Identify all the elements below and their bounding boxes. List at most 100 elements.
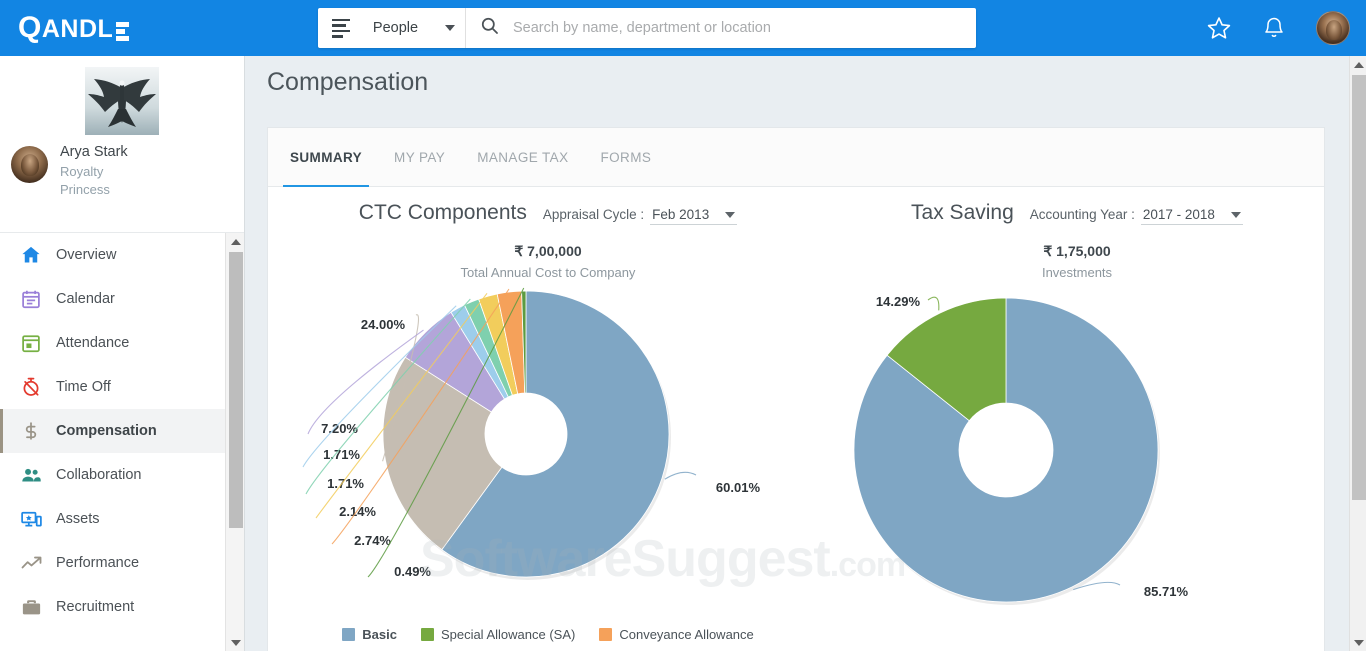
profile-name: Arya Stark [60, 144, 128, 160]
profile-card: Arya Stark Royalty Princess [0, 56, 244, 233]
logo-e-mark [116, 22, 130, 41]
sidebar-item-label: Overview [56, 247, 117, 263]
logo-text-q: Q [18, 11, 42, 44]
monitor-icon [18, 506, 44, 532]
charts-region: CTC Components Appraisal Cycle : Feb 201… [268, 187, 1324, 651]
triangle-down-icon [230, 639, 241, 646]
tab-summary[interactable]: SUMMARY [274, 128, 378, 187]
main-scrollbar[interactable] [1349, 56, 1366, 651]
sidebar-scroll-up-button[interactable] [226, 233, 244, 250]
accounting-year-value: 2017 - 2018 [1142, 207, 1215, 222]
tab-forms[interactable]: FORMS [585, 128, 668, 186]
sidebar-item-label: Calendar [56, 291, 115, 307]
pie-data-label: 1.71% [323, 447, 360, 462]
main-content: Compensation SUMMARY MY PAY MANAGE TAX F… [245, 56, 1349, 651]
sidebar-item-collaboration[interactable]: Collaboration [0, 453, 226, 497]
crow-illustration [85, 67, 159, 135]
sidebar-nav-list: Overview Calendar Attendance Time Off Co… [0, 233, 226, 629]
qandle-logo[interactable]: Q ANDL [18, 11, 130, 44]
sidebar-item-attendance[interactable]: Attendance [0, 321, 226, 365]
star-icon[interactable] [1206, 15, 1232, 41]
tax-donut-chart[interactable]: 85.71% 14.29% [828, 282, 1326, 612]
bell-icon[interactable] [1262, 16, 1286, 40]
main-scrollbar-thumb[interactable] [1352, 75, 1366, 500]
user-avatar[interactable] [1316, 11, 1350, 45]
home-icon [18, 242, 44, 268]
attendance-icon [18, 330, 44, 356]
logo-text-andl: ANDL [41, 15, 114, 43]
sidebar-item-assets[interactable]: Assets [0, 497, 226, 541]
accounting-year-label: Accounting Year : [1029, 207, 1135, 222]
main-scroll-down-button[interactable] [1350, 634, 1366, 651]
profile-role: Royalty [60, 164, 104, 179]
hamburger-menu-icon [332, 18, 350, 38]
sidebar-item-label: Recruitment [56, 599, 135, 615]
dollar-icon [18, 418, 44, 444]
triangle-up-icon [1353, 61, 1364, 68]
tab-label: SUMMARY [290, 149, 363, 165]
sidebar-scrollbar-thumb[interactable] [229, 252, 243, 528]
sidebar-item-label: Attendance [56, 335, 130, 351]
tax-donut-area: 85.71% 14.29% [828, 282, 1326, 612]
sidebar-item-time-off[interactable]: Time Off [0, 365, 226, 409]
calendar-icon [18, 286, 44, 312]
pie-data-label: 60.01% [716, 480, 761, 495]
triangle-up-icon [230, 238, 241, 245]
sidebar-item-calendar[interactable]: Calendar [0, 277, 226, 321]
pie-leader-line [664, 471, 697, 480]
pie-data-label: 24.00% [361, 317, 406, 332]
chevron-down-icon [725, 211, 736, 218]
application-window: Q ANDL People Search by name, department… [0, 0, 1366, 651]
module-selector[interactable]: People [318, 8, 466, 48]
ctc-chart-title: CTC Components [358, 201, 527, 224]
appraisal-cycle-selector[interactable]: Appraisal Cycle : Feb 2013 [543, 207, 738, 225]
ctc-total-caption: Total Annual Cost to Company [460, 265, 636, 280]
legend-item[interactable]: Special Allowance (SA) [420, 627, 575, 642]
legend-label: Basic [362, 627, 397, 642]
sidebar-item-compensation[interactable]: Compensation [0, 409, 226, 453]
ctc-chart-header: CTC Components Appraisal Cycle : Feb 201… [268, 187, 828, 225]
sidebar: Arya Stark Royalty Princess Overview Cal… [0, 56, 245, 651]
ctc-donut-chart[interactable]: 60.01%24.00%7.20%1.71%1.71%2.14%2.74%0.4… [268, 282, 828, 612]
appraisal-cycle-dropdown[interactable]: Feb 2013 [650, 207, 738, 225]
legend-swatch [420, 628, 434, 641]
sidebar-item-performance[interactable]: Performance [0, 541, 226, 585]
legend-item[interactable]: Basic [342, 627, 397, 642]
appraisal-cycle-value: Feb 2013 [652, 207, 710, 222]
pie-data-label: 2.74% [354, 533, 391, 548]
page-title: Compensation [267, 68, 429, 96]
search-icon [480, 16, 499, 40]
stopwatch-off-icon [18, 374, 44, 400]
tab-label: MANAGE TAX [477, 149, 569, 165]
accounting-year-dropdown[interactable]: 2017 - 2018 [1140, 207, 1243, 225]
sidebar-item-label: Performance [56, 555, 140, 571]
profile-avatar[interactable] [11, 146, 48, 183]
compensation-card: SUMMARY MY PAY MANAGE TAX FORMS CTC Comp… [267, 127, 1325, 651]
people-icon [18, 462, 44, 488]
briefcase-icon [18, 594, 44, 620]
chevron-down-icon [1230, 211, 1241, 218]
legend-item[interactable]: Conveyance Allowance [599, 627, 754, 642]
pie-data-label: 85.71% [1144, 584, 1189, 599]
tab-my-pay[interactable]: MY PAY [378, 128, 461, 186]
sidebar-item-label: Assets [56, 511, 100, 527]
trending-up-icon [18, 550, 44, 576]
sidebar-item-recruitment[interactable]: Recruitment [0, 585, 226, 629]
module-selector-label: People [372, 20, 419, 36]
search-input[interactable] [511, 19, 962, 37]
ctc-total-amount: ₹ 7,00,000 [514, 243, 582, 259]
top-navigation-bar: Q ANDL People [0, 0, 1366, 56]
pie-data-label: 14.29% [876, 294, 921, 309]
ctc-donut-area: 60.01% 24.00% 7.20% 1.71% 1.71% 2.14% 2.74% 0.4… [268, 282, 828, 612]
main-scroll-up-button[interactable] [1350, 56, 1366, 73]
pie-data-label: 0.49% [394, 564, 431, 579]
tab-manage-tax[interactable]: MANAGE TAX [461, 128, 584, 186]
accounting-year-selector[interactable]: Accounting Year : 2017 - 2018 [1030, 207, 1243, 225]
sidebar-scrollbar[interactable] [225, 233, 244, 651]
sidebar-item-overview[interactable]: Overview [0, 233, 226, 277]
sidebar-scroll-down-button[interactable] [226, 634, 244, 651]
profile-cover-image [85, 67, 159, 135]
tab-label: MY PAY [394, 149, 446, 165]
top-bar-icons [1206, 0, 1350, 56]
search-box[interactable] [466, 8, 976, 48]
